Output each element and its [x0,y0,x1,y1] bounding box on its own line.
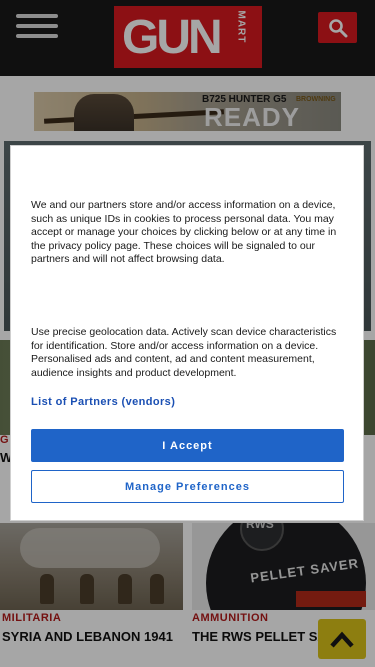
partners-link[interactable]: List of Partners (vendors) [31,396,175,408]
consent-description: We and our partners store and/or access … [31,199,337,266]
consent-purposes: Use precise geolocation data. Actively s… [31,326,337,379]
manage-preferences-button[interactable]: Manage Preferences [31,470,344,503]
accept-button[interactable]: I Accept [31,429,344,462]
consent-dialog: We and our partners store and/or access … [10,145,364,521]
